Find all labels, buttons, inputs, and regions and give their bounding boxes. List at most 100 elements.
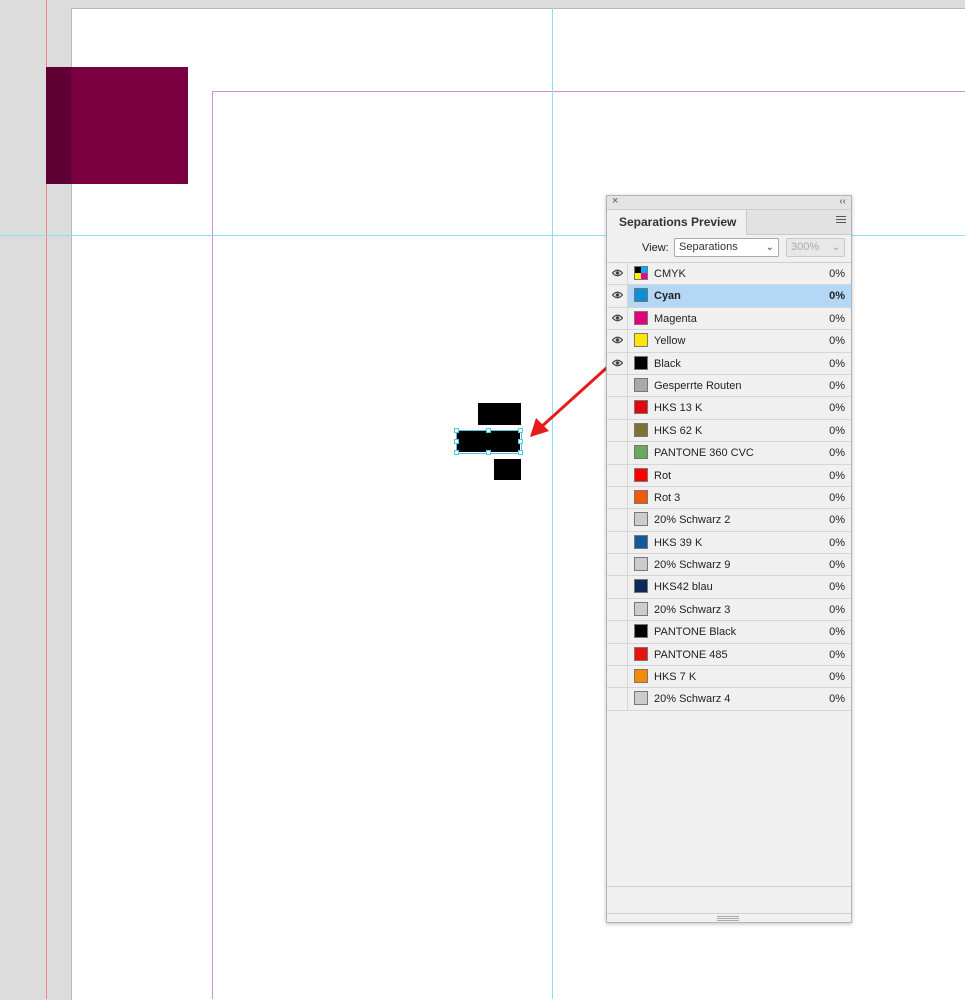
- ink-row[interactable]: 20% Schwarz 9 0%: [607, 554, 851, 577]
- visibility-toggle[interactable]: [607, 509, 628, 531]
- ink-swatch: [634, 691, 648, 706]
- visibility-toggle[interactable]: [607, 307, 628, 330]
- ink-row[interactable]: Cyan 0%: [607, 285, 851, 308]
- ink-row[interactable]: 20% Schwarz 3 0%: [607, 598, 851, 622]
- visibility-toggle[interactable]: [607, 442, 628, 464]
- view-select-value: Separations: [679, 241, 738, 253]
- view-label: View:: [642, 242, 669, 254]
- black-object-bottom[interactable]: [494, 459, 521, 480]
- ink-name: 20% Schwarz 3: [654, 603, 731, 616]
- black-object-top[interactable]: [478, 403, 521, 425]
- close-icon[interactable]: ×: [612, 195, 618, 208]
- tab-separations-preview[interactable]: Separations Preview: [607, 210, 747, 235]
- eye-icon: [612, 314, 623, 322]
- visibility-toggle[interactable]: [607, 352, 628, 374]
- zoom-select-value: 300%: [791, 241, 820, 253]
- visibility-toggle[interactable]: [607, 576, 628, 598]
- panel-footer: [607, 886, 851, 914]
- view-row: View: Separations ⌄ 300% ⌄: [607, 235, 851, 263]
- selection-handle[interactable]: [454, 428, 459, 433]
- chevron-down-icon: ⌄: [765, 242, 774, 253]
- selection-handle[interactable]: [518, 428, 523, 433]
- ink-row[interactable]: Rot 0%: [607, 464, 851, 487]
- ink-percentage: 0%: [829, 402, 845, 415]
- ink-row[interactable]: PANTONE 485 0%: [607, 643, 851, 667]
- selection-handle[interactable]: [454, 450, 459, 455]
- selection-handle[interactable]: [486, 428, 491, 433]
- ink-row-content: Rot 3 0%: [628, 487, 851, 508]
- ink-row[interactable]: PANTONE 360 CVC 0%: [607, 442, 851, 465]
- ink-row[interactable]: Black 0%: [607, 352, 851, 375]
- ink-row[interactable]: Rot 3 0%: [607, 486, 851, 510]
- visibility-toggle[interactable]: [607, 419, 628, 442]
- visibility-toggle[interactable]: [607, 374, 628, 397]
- ink-name: Black: [654, 357, 681, 370]
- ink-row[interactable]: 20% Schwarz 2 0%: [607, 509, 851, 532]
- ink-row-content: 20% Schwarz 9 0%: [628, 554, 851, 575]
- ink-row-content: 20% Schwarz 3 0%: [628, 599, 851, 620]
- ink-name: HKS42 blau: [654, 581, 713, 594]
- panel-menu-icon[interactable]: [836, 216, 846, 225]
- ink-percentage: 0%: [829, 379, 845, 392]
- ink-percentage: 0%: [829, 335, 845, 348]
- ink-row[interactable]: Gesperrte Routen 0%: [607, 374, 851, 398]
- ink-row[interactable]: HKS 39 K 0%: [607, 531, 851, 555]
- visibility-toggle[interactable]: [607, 666, 628, 688]
- ink-row[interactable]: Yellow 0%: [607, 330, 851, 353]
- visibility-toggle[interactable]: [607, 621, 628, 643]
- ink-name: Rot 3: [654, 491, 681, 504]
- selection-handle[interactable]: [518, 439, 523, 444]
- ink-swatch: [634, 310, 648, 325]
- ink-row-content: Yellow 0%: [628, 330, 851, 351]
- visibility-toggle[interactable]: [607, 531, 628, 554]
- ink-name: 20% Schwarz 4: [654, 693, 731, 706]
- ink-row[interactable]: PANTONE Black 0%: [607, 621, 851, 644]
- ink-row-content: Black 0%: [628, 353, 851, 374]
- resize-grip[interactable]: [717, 916, 739, 921]
- visibility-toggle[interactable]: [607, 688, 628, 710]
- ink-percentage: 0%: [829, 469, 845, 482]
- ink-name: HKS 7 K: [654, 671, 697, 684]
- visibility-toggle[interactable]: [607, 464, 628, 486]
- selection-handle[interactable]: [454, 439, 459, 444]
- ink-row-content: HKS 13 K 0%: [628, 397, 851, 418]
- separations-preview-panel[interactable]: × ‹‹ Separations Preview View: Separatio…: [606, 195, 852, 923]
- ink-swatch: [634, 288, 648, 303]
- panel-tab-bar: Separations Preview: [607, 210, 851, 235]
- ink-row[interactable]: HKS 7 K 0%: [607, 666, 851, 689]
- selection-handle[interactable]: [486, 450, 491, 455]
- ink-percentage: 0%: [829, 671, 845, 684]
- visibility-toggle[interactable]: [607, 554, 628, 576]
- ink-name: PANTONE 485: [654, 648, 728, 661]
- ink-percentage: 0%: [829, 447, 845, 460]
- ink-row[interactable]: HKS42 blau 0%: [607, 576, 851, 599]
- ink-row-content: HKS 62 K 0%: [628, 420, 851, 441]
- visibility-toggle[interactable]: [607, 263, 628, 285]
- visibility-toggle[interactable]: [607, 285, 628, 307]
- ink-row[interactable]: HKS 62 K 0%: [607, 419, 851, 443]
- ink-percentage: 0%: [829, 626, 845, 639]
- ink-row-content: Cyan 0%: [628, 285, 851, 307]
- visibility-toggle[interactable]: [607, 598, 628, 621]
- ink-percentage: 0%: [829, 536, 845, 549]
- panel-title-bar[interactable]: × ‹‹: [607, 195, 851, 210]
- visibility-toggle[interactable]: [607, 397, 628, 419]
- ink-row[interactable]: Magenta 0%: [607, 307, 851, 331]
- ink-row[interactable]: 20% Schwarz 4 0%: [607, 688, 851, 711]
- view-select[interactable]: Separations ⌄: [674, 238, 779, 257]
- selection-handle[interactable]: [518, 450, 523, 455]
- ink-name: Cyan: [654, 290, 681, 303]
- ink-swatch: [634, 624, 648, 639]
- collapse-icon[interactable]: ‹‹: [839, 195, 846, 208]
- visibility-toggle[interactable]: [607, 643, 628, 666]
- ink-row[interactable]: HKS 13 K 0%: [607, 397, 851, 420]
- eye-icon: [612, 292, 623, 299]
- ink-swatch: [634, 333, 648, 348]
- visibility-toggle[interactable]: [607, 486, 628, 509]
- ink-swatch: [634, 579, 648, 594]
- visibility-toggle[interactable]: [607, 330, 628, 352]
- ink-row[interactable]: CMYK 0%: [607, 263, 851, 286]
- ink-name: HKS 39 K: [654, 536, 703, 549]
- ruler-guide-vertical[interactable]: [552, 8, 553, 999]
- ink-percentage: 0%: [829, 290, 845, 303]
